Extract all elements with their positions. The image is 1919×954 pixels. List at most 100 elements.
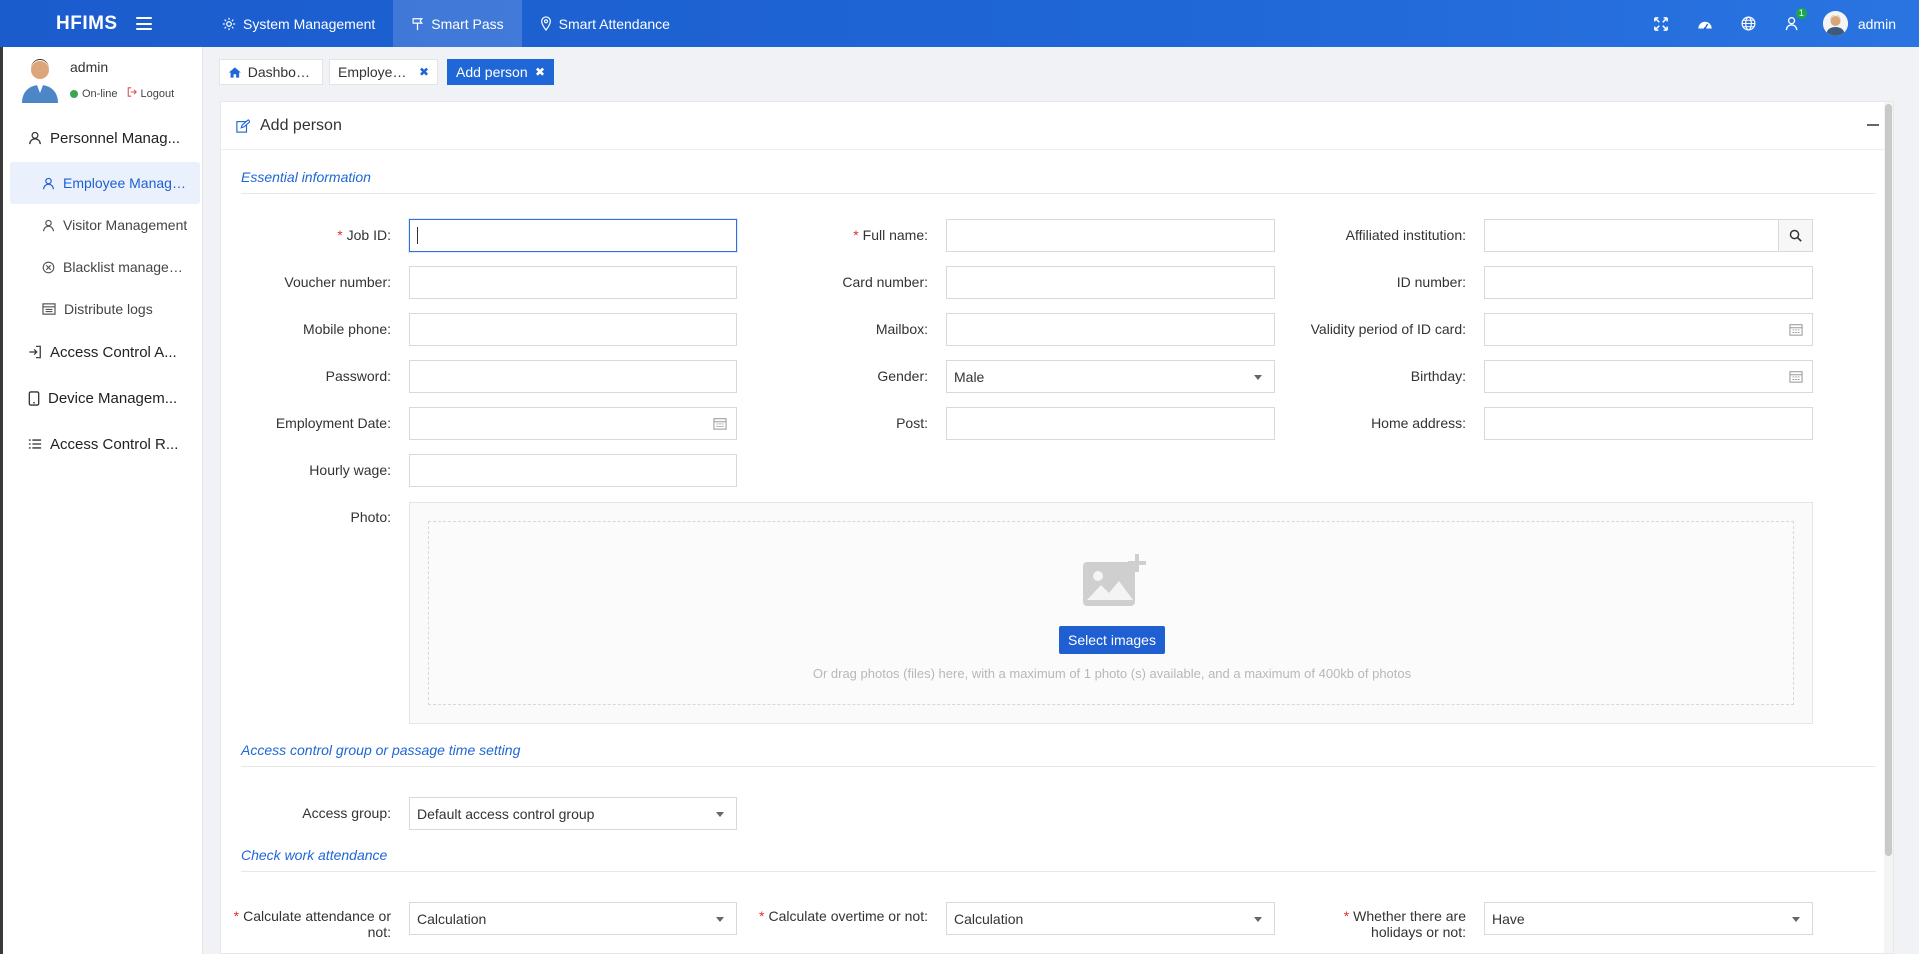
tabs-bar: Dashboa... Employee ... ✖ Add person ✖: [203, 47, 1919, 99]
employment-date-input[interactable]: [409, 407, 737, 440]
nav-smart-attendance[interactable]: Smart Attendance: [522, 0, 688, 47]
sidebar-item-label: Blacklist managem...: [63, 259, 191, 275]
hourly-wage-input[interactable]: [409, 454, 737, 487]
sidebar-item-employee-management[interactable]: Employee Manage...: [10, 162, 200, 204]
dashboard-gauge-icon[interactable]: [1683, 17, 1727, 31]
sidebar-user-name: admin: [70, 59, 109, 75]
calendar-icon[interactable]: [713, 417, 727, 430]
add-image-icon: [1083, 554, 1146, 606]
id-number-label: ID number:: [1396, 274, 1466, 290]
form-row: Voucher number: Card number: ID number:: [221, 266, 1881, 300]
drop-hint-text: Or drag photos (files) here, with a maxi…: [812, 666, 1412, 681]
tab-employee[interactable]: Employee ... ✖: [329, 59, 438, 85]
scrollbar-thumb[interactable]: [1885, 104, 1892, 856]
required-mark: *: [233, 908, 240, 924]
post-label: Post:: [896, 415, 928, 431]
nav-label: System Management: [243, 15, 376, 32]
sidebar-group-access-control-r[interactable]: Access Control R...: [10, 425, 200, 463]
menu-toggle-icon[interactable]: [135, 17, 152, 30]
voucher-number-input[interactable]: [409, 266, 737, 299]
voucher-number-label: Voucher number:: [284, 274, 391, 290]
nav-smart-pass[interactable]: Smart Pass: [393, 0, 522, 47]
photo-drop-zone[interactable]: Select images Or drag photos (files) her…: [428, 521, 1794, 705]
calc-overtime-label: * Calculate overtime or not:: [759, 908, 928, 924]
fullscreen-icon[interactable]: [1639, 16, 1683, 31]
calc-attendance-select[interactable]: Calculation: [409, 902, 737, 935]
required-mark: *: [759, 908, 765, 924]
notification-user-icon[interactable]: 1: [1771, 8, 1815, 31]
user-status: On-line Logout: [70, 87, 174, 100]
holidays-select[interactable]: Have: [1484, 902, 1813, 935]
card-number-input[interactable]: [946, 266, 1275, 299]
form-row: Hourly wage:: [221, 454, 1881, 488]
tab-add-person[interactable]: Add person ✖: [447, 59, 554, 85]
nav-system-management[interactable]: System Management: [204, 0, 393, 47]
employment-date-label: Employment Date:: [275, 415, 391, 431]
home-address-input[interactable]: [1484, 407, 1813, 440]
password-input[interactable]: [409, 360, 737, 393]
birthday-label: Birthday:: [1410, 368, 1466, 384]
id-number-input[interactable]: [1484, 266, 1813, 299]
section-essential-information: Essential information: [241, 169, 1876, 194]
job-id-input[interactable]: [409, 219, 737, 252]
tab-dashboard[interactable]: Dashboa...: [219, 59, 323, 85]
chevron-down-icon: [1254, 917, 1262, 922]
search-icon: [1789, 229, 1802, 242]
sidebar-item-label: Distribute logs: [64, 301, 153, 317]
avatar: [1822, 11, 1848, 36]
user-name: admin: [1857, 15, 1896, 32]
sidebar-group-device-management[interactable]: Device Managem...: [10, 379, 200, 417]
post-input[interactable]: [946, 407, 1275, 440]
affiliated-institution-input[interactable]: [1484, 219, 1813, 252]
close-icon[interactable]: ✖: [535, 65, 545, 79]
sidebar-item-blacklist-management[interactable]: Blacklist managem...: [10, 246, 200, 288]
chevron-down-icon: [1792, 917, 1800, 922]
add-person-card: Add person Essential information * Job ID…: [220, 101, 1894, 954]
gender-select[interactable]: Male: [946, 360, 1275, 393]
home-icon: [228, 66, 241, 78]
sidebar-group-personnel[interactable]: Personnel Manag...: [10, 119, 200, 157]
user-menu[interactable]: admin: [1822, 11, 1896, 36]
list-icon: [28, 439, 42, 449]
chevron-down-icon: [716, 812, 724, 817]
required-mark: *: [853, 227, 859, 243]
hourly-wage-label: Hourly wage:: [309, 462, 391, 478]
online-dot-icon: [70, 89, 78, 98]
close-icon[interactable]: ✖: [419, 65, 429, 79]
full-name-input[interactable]: [946, 219, 1275, 252]
sidebar-item-visitor-management[interactable]: Visitor Management: [10, 204, 200, 246]
tab-label: Employee ...: [338, 64, 413, 80]
scrollbar[interactable]: [1884, 102, 1893, 953]
home-address-label: Home address:: [1371, 415, 1466, 431]
gear-icon: [222, 17, 236, 30]
validity-period-input[interactable]: [1484, 313, 1813, 346]
logout-link[interactable]: Logout: [127, 87, 174, 100]
calendar-icon[interactable]: [1789, 323, 1803, 336]
gender-label: Gender:: [877, 368, 928, 384]
sidebar-group-label: Personnel Manag...: [50, 129, 181, 147]
sidebar-item-distribute-logs[interactable]: Distribute logs: [10, 288, 200, 330]
calc-overtime-select[interactable]: Calculation: [946, 902, 1275, 935]
logout-icon: [128, 87, 138, 97]
minimize-icon[interactable]: [1867, 124, 1879, 126]
sign-in-icon: [29, 345, 41, 359]
calendar-icon[interactable]: [1789, 370, 1803, 383]
card-title: Add person: [260, 116, 342, 134]
form-row: * Calculate attendance or not: Calculatio…: [221, 902, 1881, 940]
mobile-phone-input[interactable]: [409, 313, 737, 346]
mailbox-input[interactable]: [946, 313, 1275, 346]
validity-period-label: Validity period of ID card:: [1310, 321, 1466, 337]
birthday-input[interactable]: [1484, 360, 1813, 393]
form-row: Mobile phone: Mailbox: Validity period o…: [221, 313, 1881, 347]
access-group-select[interactable]: Default access control group: [409, 797, 737, 830]
chevron-down-icon: [1254, 375, 1262, 380]
photo-upload-area: Select images Or drag photos (files) her…: [409, 502, 1813, 724]
sidebar-group-access-control-a[interactable]: Access Control A...: [10, 333, 200, 371]
globe-icon[interactable]: [1727, 16, 1771, 31]
chevron-down-icon: [716, 917, 724, 922]
select-images-button[interactable]: Select images: [1059, 626, 1165, 654]
search-button[interactable]: [1778, 220, 1812, 251]
user-panel: admin On-line Logout: [20, 55, 200, 105]
mailbox-label: Mailbox:: [875, 321, 928, 337]
holidays-label: * Whether there are holidays or not:: [1343, 908, 1466, 940]
